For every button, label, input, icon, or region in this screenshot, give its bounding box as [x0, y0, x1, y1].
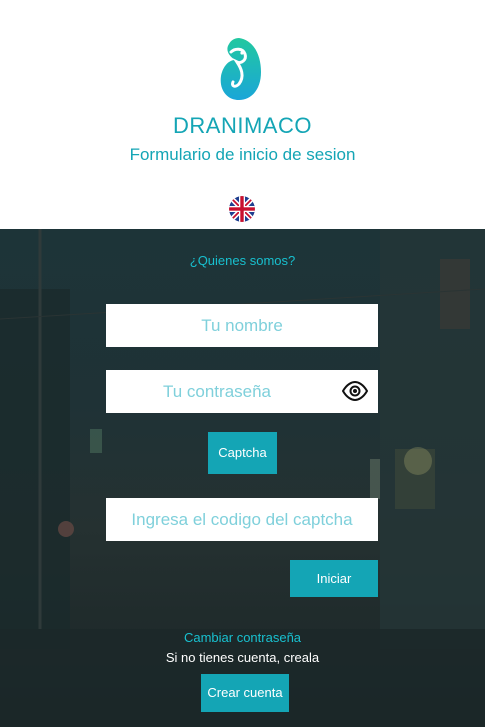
login-button[interactable]: Iniciar [290, 560, 378, 597]
brand-title: DRANIMACO [173, 113, 312, 138]
no-account-text: Si no tienes cuenta, creala [165, 650, 320, 665]
uk-flag-icon[interactable] [229, 196, 255, 222]
dragon-logo-icon [220, 38, 261, 100]
header-section: DRANIMACO Formulario de inicio de sesion [0, 0, 485, 229]
captcha-button[interactable]: Captcha [208, 432, 277, 474]
captcha-code-input[interactable] [106, 498, 378, 541]
username-input[interactable] [106, 304, 378, 347]
page-subtitle: Formulario de inicio de sesion [129, 145, 356, 164]
about-us-link[interactable]: ¿Quienes somos? [0, 253, 485, 268]
password-input[interactable] [106, 370, 378, 413]
create-account-button[interactable]: Crear cuenta [201, 674, 289, 712]
change-password-link[interactable]: Cambiar contraseña [0, 630, 485, 645]
eye-icon[interactable] [342, 381, 368, 401]
login-panel: ¿Quienes somos? Captcha Iniciar Cambiar … [0, 229, 485, 727]
